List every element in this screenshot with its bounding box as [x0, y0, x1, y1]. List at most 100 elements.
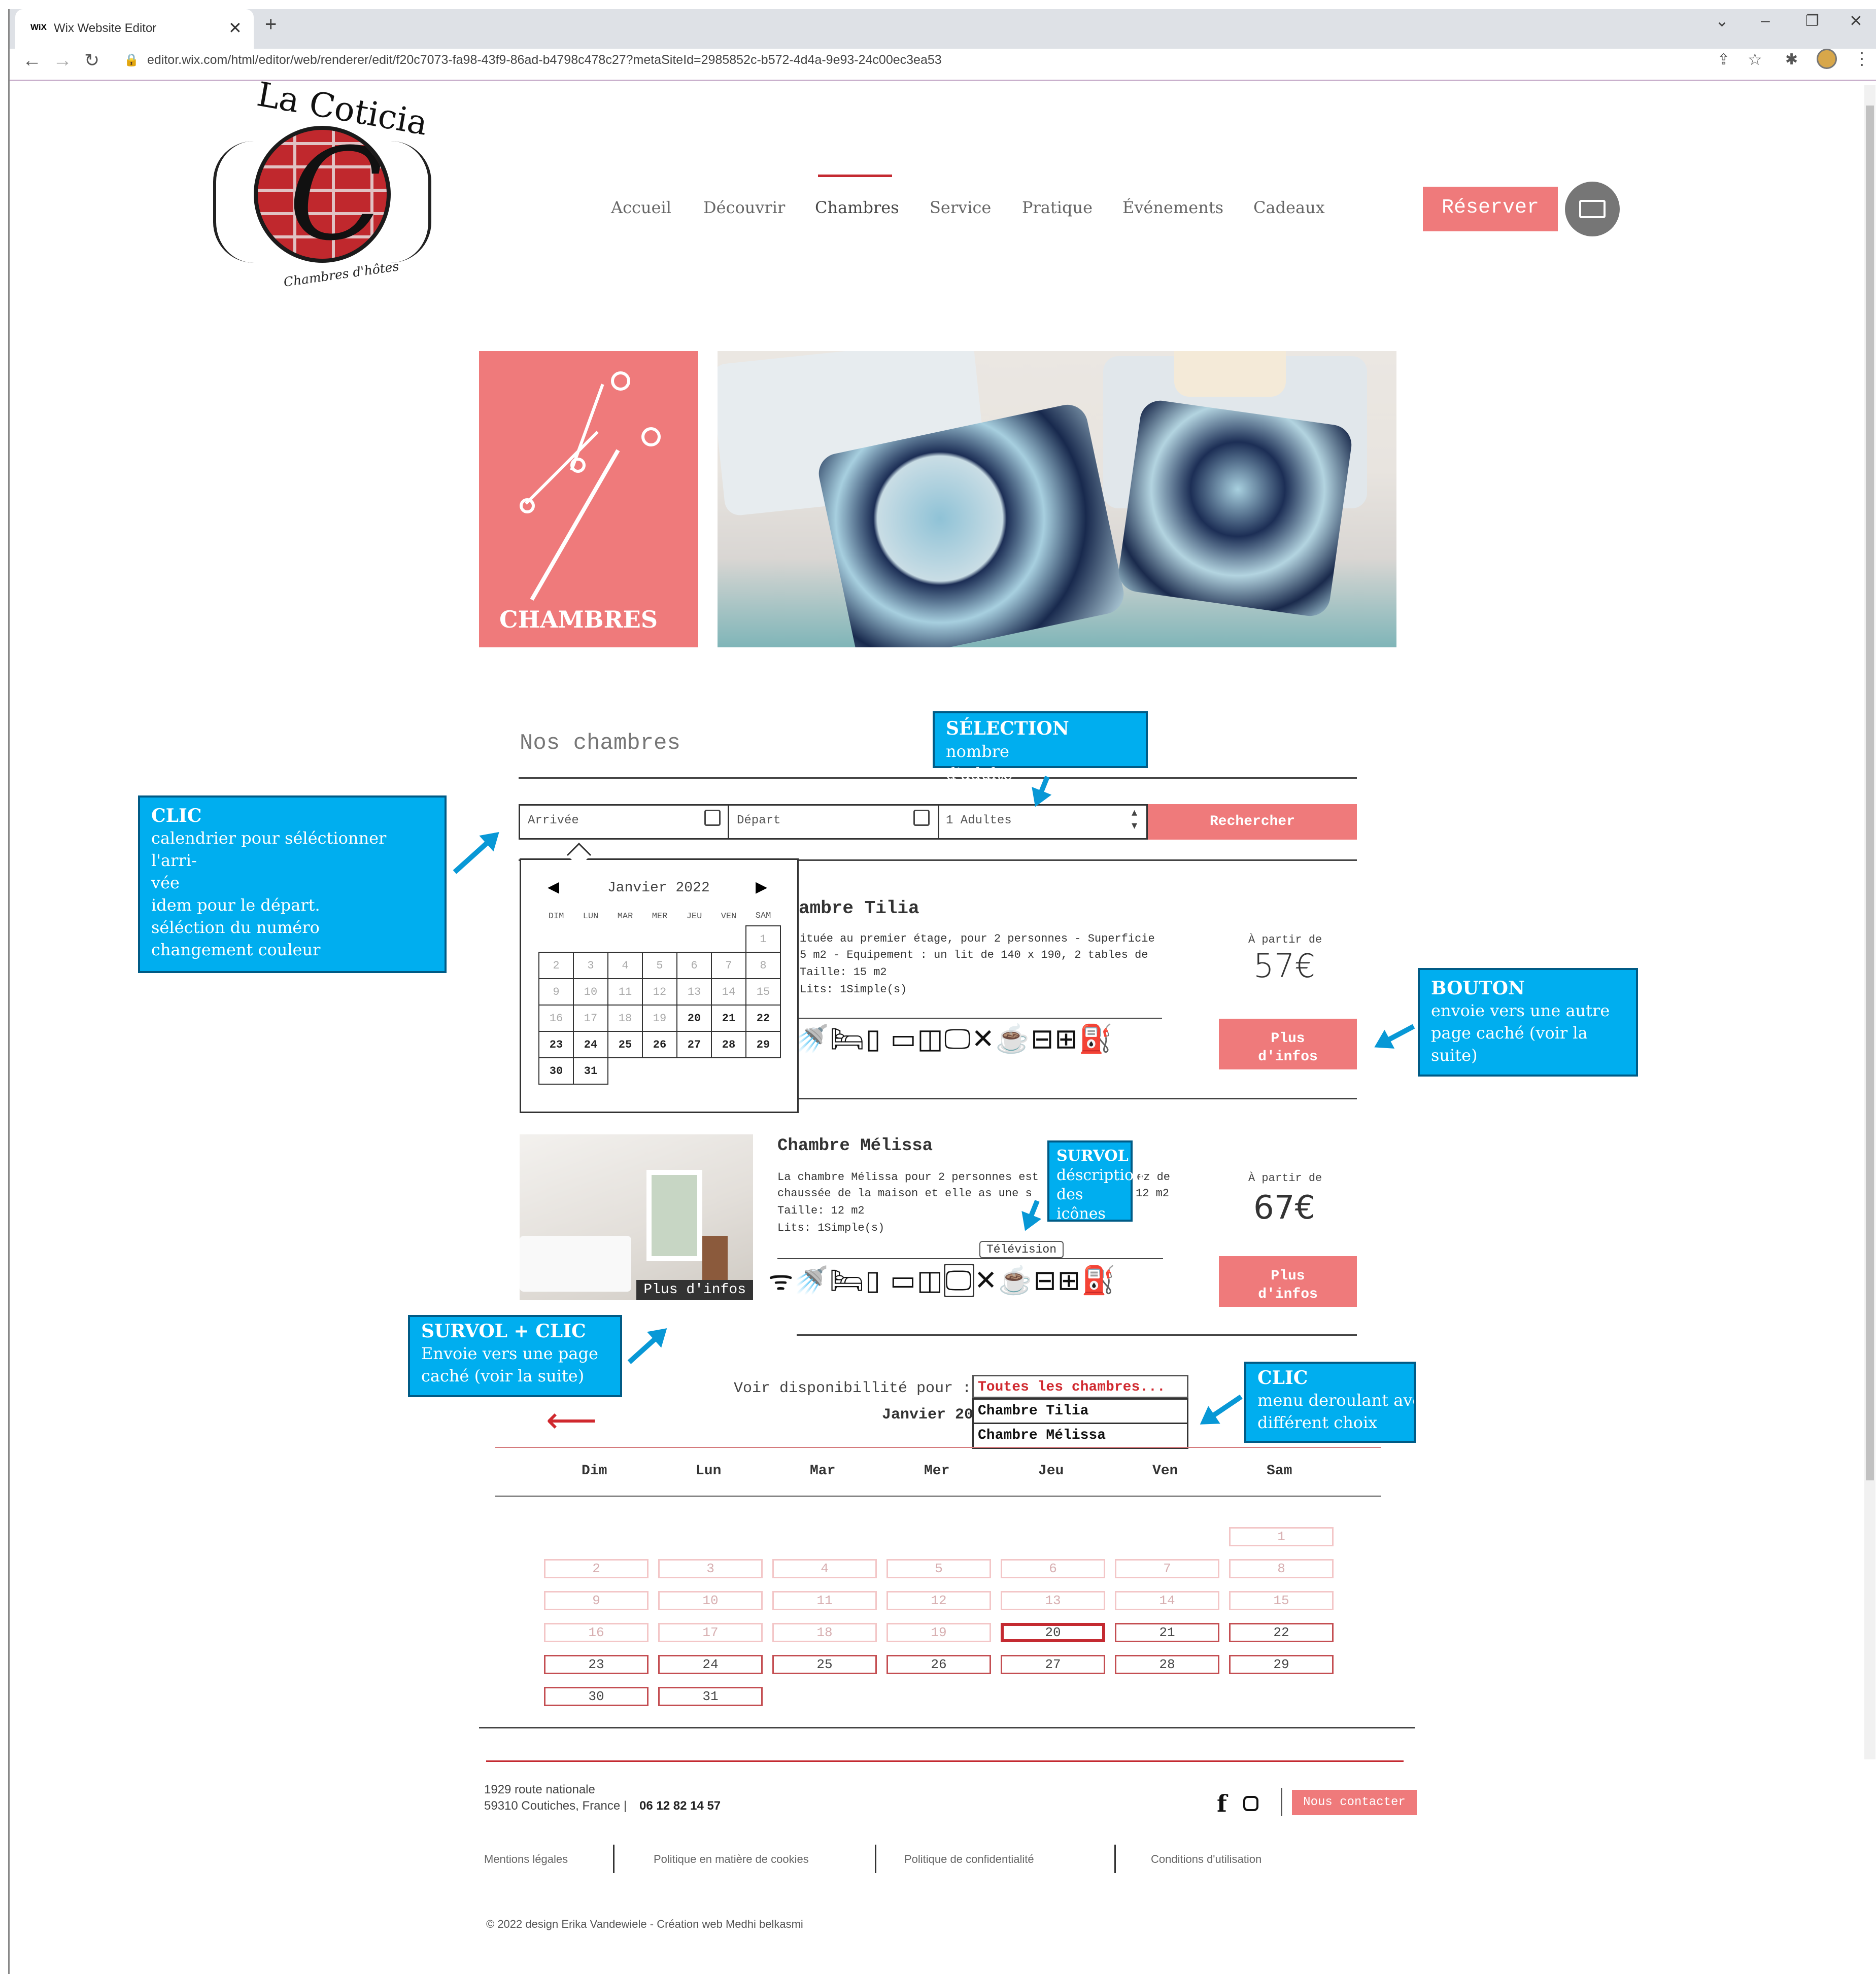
more-info-button[interactable]: Plus d'infos	[1219, 1019, 1357, 1069]
calendar-day[interactable]: 14	[1115, 1591, 1219, 1610]
calendar-day[interactable]: 1	[1229, 1527, 1334, 1546]
calendar-day[interactable]: 23	[544, 1655, 649, 1674]
calendar-icon[interactable]	[704, 810, 721, 826]
calendar-day[interactable]: 1	[745, 925, 781, 953]
footer-phone[interactable]: 06 12 82 14 57	[639, 1799, 721, 1813]
calendar-day[interactable]: 5	[886, 1559, 991, 1578]
calendar-day[interactable]: 30	[538, 1057, 574, 1085]
calendar-day[interactable]: 13	[676, 978, 712, 1006]
calendar-day[interactable]: 16	[538, 1005, 574, 1032]
calendar-day[interactable]: 30	[544, 1687, 649, 1706]
calendar-day[interactable]: 8	[745, 952, 781, 979]
prev-month-arrow-icon[interactable]: ⟵	[546, 1402, 597, 1438]
prev-month-icon[interactable]: ◀	[548, 878, 559, 896]
nav-evenements[interactable]: Événements	[1122, 198, 1223, 217]
nav-service[interactable]: Service	[930, 198, 991, 217]
calendar-day[interactable]: 26	[886, 1655, 991, 1674]
calendar-day[interactable]: 28	[711, 1031, 746, 1058]
calendar-day[interactable]: 16	[544, 1623, 649, 1642]
logo[interactable]: C La Coticia Chambres d'hôtes	[203, 75, 452, 298]
instagram-icon[interactable]	[1243, 1796, 1258, 1811]
adults-stepper[interactable]: 1 Adultes	[946, 814, 1012, 827]
footer-link-legal[interactable]: Mentions légales	[484, 1853, 568, 1866]
minimize-icon[interactable]: –	[1761, 11, 1770, 30]
calendar-day[interactable]: 29	[1229, 1655, 1334, 1674]
calendar-day[interactable]: 5	[642, 952, 677, 979]
nav-chambres[interactable]: Chambres	[815, 198, 899, 217]
scrollbar-thumb[interactable]	[1866, 106, 1874, 1480]
profile-avatar[interactable]	[1817, 49, 1837, 69]
calendar-day[interactable]: 4	[772, 1559, 877, 1578]
nav-accueil[interactable]: Accueil	[611, 198, 671, 217]
calendar-day[interactable]: 9	[538, 978, 574, 1006]
share-icon[interactable]: ⇪	[1717, 51, 1730, 68]
calendar-day[interactable]: 23	[538, 1031, 574, 1058]
calendar-day[interactable]: 25	[607, 1031, 643, 1058]
calendar-day[interactable]: 20	[676, 1005, 712, 1032]
tab-search-icon[interactable]: ⌄	[1715, 11, 1729, 30]
calendar-day[interactable]: 17	[658, 1623, 763, 1642]
calendar-day[interactable]: 24	[573, 1031, 608, 1058]
dropdown-option[interactable]: Chambre Mélissa	[974, 1424, 1187, 1448]
extensions-icon[interactable]: ✱	[1785, 51, 1798, 68]
calendar-day[interactable]: 7	[1115, 1559, 1219, 1578]
room-photo-melissa[interactable]: Plus d'infos	[520, 1134, 753, 1300]
nav-decouvrir[interactable]: Découvrir	[703, 198, 785, 217]
amenity-icons[interactable]: 🚿🛏▯ ▭◫🖵✕☕⊟⊞⛽	[795, 1023, 1114, 1055]
reload-icon[interactable]: ↻	[84, 50, 99, 71]
calendar-day[interactable]: 27	[676, 1031, 712, 1058]
browser-tab[interactable]: WiX Wix Website Editor ✕	[15, 9, 254, 49]
calendar-day[interactable]: 28	[1115, 1655, 1219, 1674]
forward-icon[interactable]: →	[53, 50, 72, 72]
calendar-day[interactable]: 21	[711, 1005, 746, 1032]
calendar-day[interactable]: 21	[1115, 1623, 1219, 1642]
calendar-day[interactable]: 19	[642, 1005, 677, 1032]
calendar-day[interactable]: 6	[1001, 1559, 1105, 1578]
amenity-icons[interactable]: ᯤ🚿🛏▯ ▭◫🖵✕☕⊟⊞⛽	[768, 1260, 1116, 1298]
calendar-day[interactable]: 6	[676, 952, 712, 979]
calendar-day[interactable]: 25	[772, 1655, 877, 1674]
calendar-day[interactable]: 31	[658, 1687, 763, 1706]
calendar-day[interactable]: 29	[745, 1031, 781, 1058]
calendar-day[interactable]: 2	[544, 1559, 649, 1578]
calendar-day[interactable]: 10	[658, 1591, 763, 1610]
calendar-day[interactable]: 15	[745, 978, 781, 1006]
calendar-day[interactable]: 7	[711, 952, 746, 979]
calendar-day[interactable]: 24	[658, 1655, 763, 1674]
calendar-day[interactable]: 15	[1229, 1591, 1334, 1610]
calendar-day[interactable]: 20	[1001, 1623, 1105, 1642]
nav-pratique[interactable]: Pratique	[1022, 198, 1093, 217]
calendar-icon[interactable]	[913, 810, 930, 826]
calendar-day[interactable]: 17	[573, 1005, 608, 1032]
facebook-icon[interactable]: f	[1217, 1790, 1227, 1817]
window-close-icon[interactable]: ✕	[1849, 11, 1863, 30]
calendar-day[interactable]: 10	[573, 978, 608, 1006]
mail-button[interactable]	[1565, 182, 1620, 236]
calendar-day[interactable]: 11	[607, 978, 643, 1006]
calendar-day[interactable]: 18	[607, 1005, 643, 1032]
url-bar[interactable]: editor.wix.com/html/editor/web/renderer/…	[147, 53, 942, 67]
calendar-day[interactable]: 14	[711, 978, 746, 1006]
calendar-day[interactable]: 22	[1229, 1623, 1334, 1642]
calendar-day[interactable]: 11	[772, 1591, 877, 1610]
calendar-day[interactable]: 27	[1001, 1655, 1105, 1674]
next-month-icon[interactable]: ▶	[756, 878, 767, 896]
calendar-day[interactable]: 2	[538, 952, 574, 979]
photo-overlay-label[interactable]: Plus d'infos	[636, 1280, 753, 1300]
calendar-day[interactable]: 9	[544, 1591, 649, 1610]
menu-icon[interactable]: ⋮	[1853, 49, 1870, 69]
date-picker-popup[interactable]: ◀ Janvier 2022 ▶ DIM LUN MAR MER JEU VEN SAM 1 2…	[520, 858, 799, 1113]
calendar-day[interactable]: 8	[1229, 1559, 1334, 1578]
calendar-day[interactable]: 3	[658, 1559, 763, 1578]
calendar-day[interactable]: 3	[573, 952, 608, 979]
calendar-day[interactable]: 12	[886, 1591, 991, 1610]
search-button[interactable]: Rechercher	[1148, 804, 1357, 840]
reserve-button[interactable]: Réserver	[1423, 187, 1558, 231]
calendar-day[interactable]: 19	[886, 1623, 991, 1642]
calendar-day[interactable]: 4	[607, 952, 643, 979]
star-icon[interactable]: ☆	[1748, 50, 1762, 69]
more-info-button[interactable]: Plus d'infos	[1219, 1256, 1357, 1307]
nav-cadeaux[interactable]: Cadeaux	[1253, 198, 1325, 217]
footer-link-cookies[interactable]: Politique en matière de cookies	[654, 1853, 809, 1866]
calendar-day[interactable]: 12	[642, 978, 677, 1006]
